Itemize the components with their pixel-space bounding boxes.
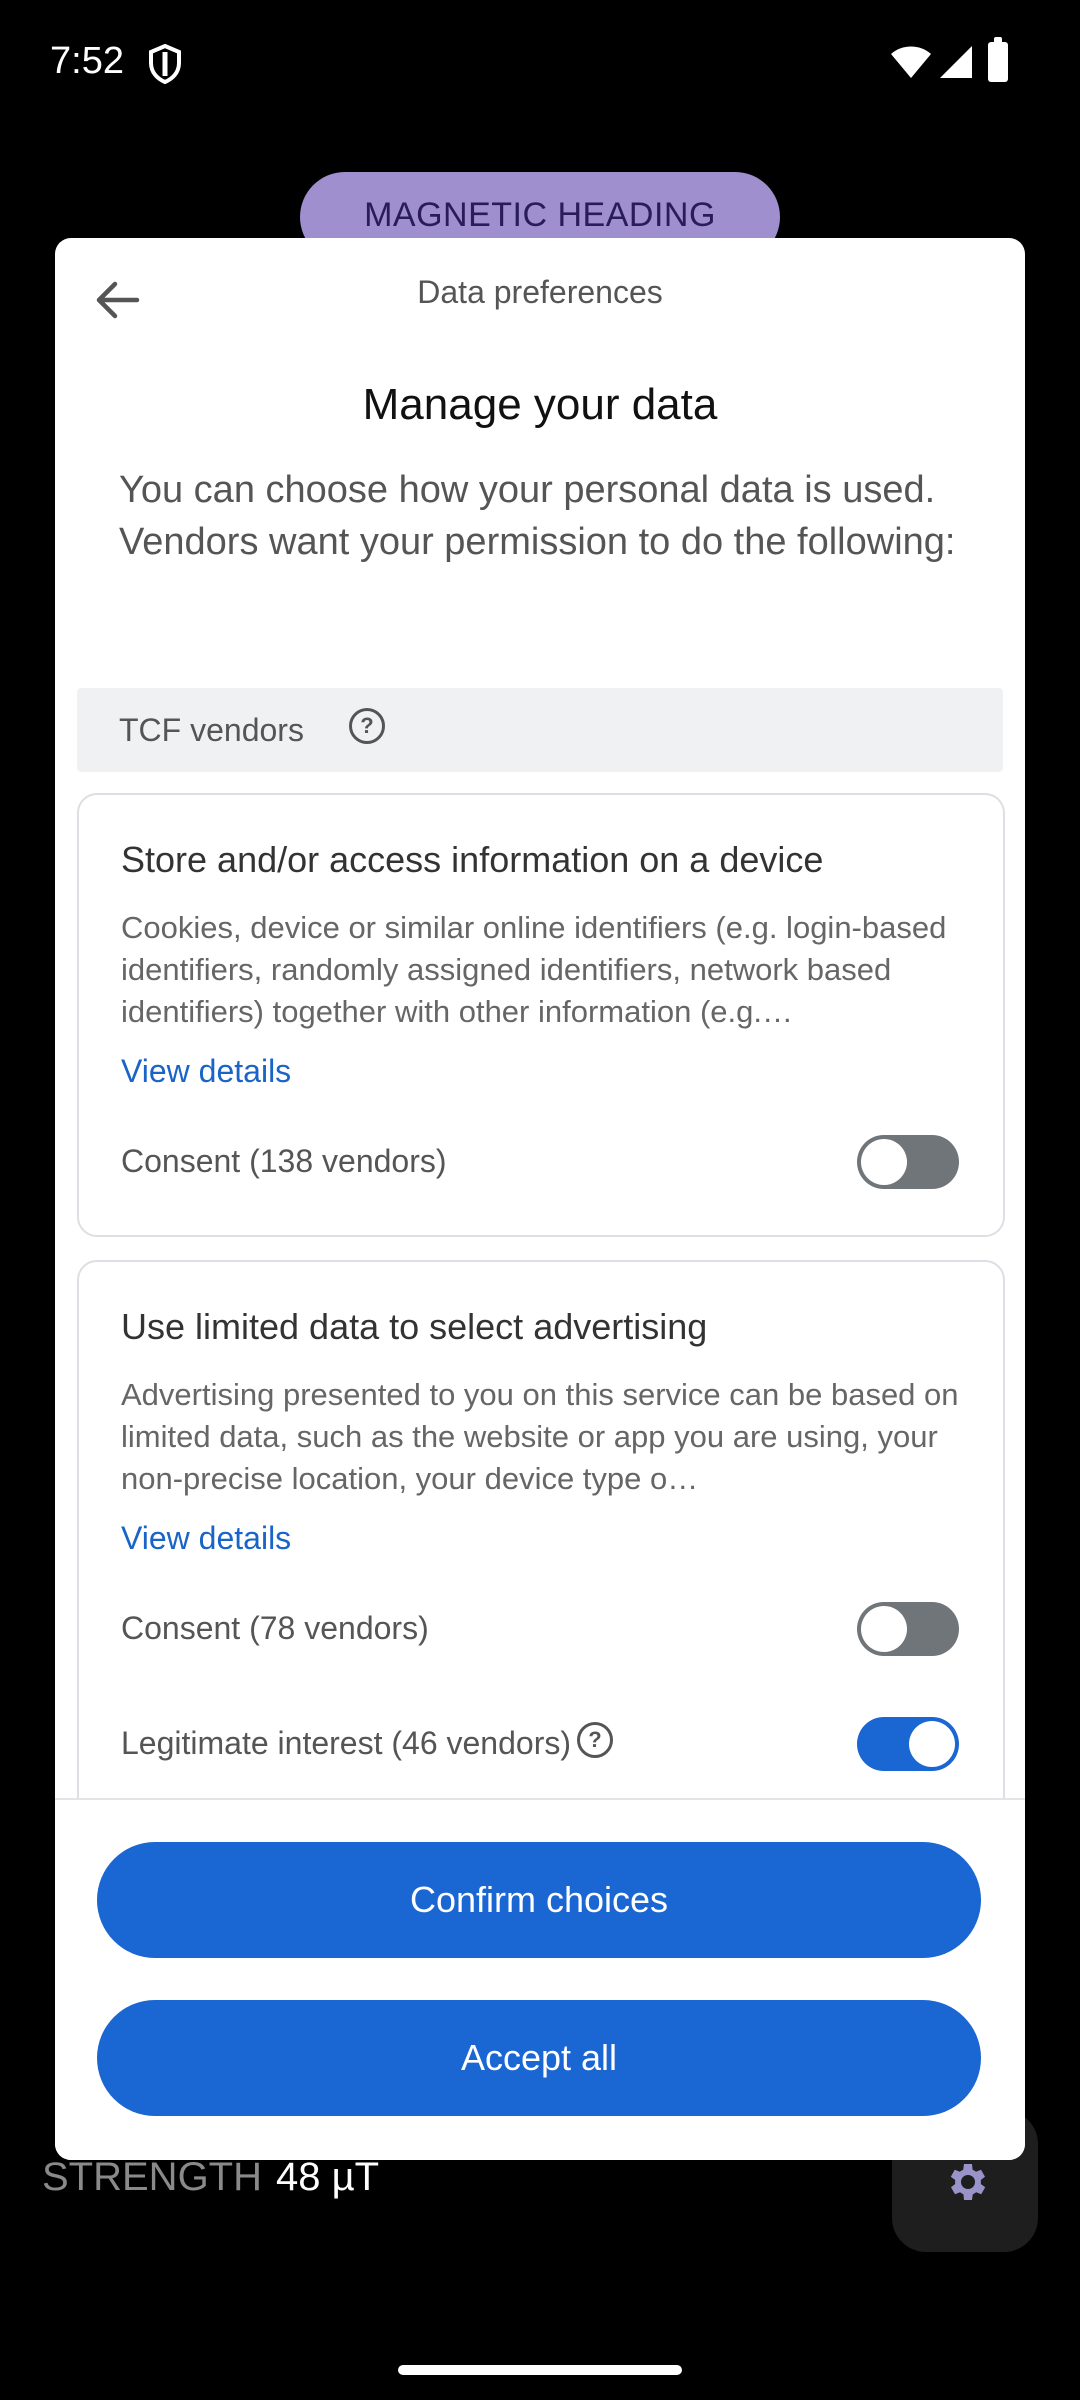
accept-all-button[interactable]: Accept all <box>97 2000 981 2116</box>
toggle-knob <box>861 1139 907 1185</box>
purpose-title: Store and/or access information on a dev… <box>121 839 824 880</box>
strength-label: STRENGTH <box>42 2155 262 2199</box>
consent-toggle[interactable] <box>857 1602 959 1656</box>
home-indicator[interactable] <box>398 2365 682 2375</box>
status-time: 7:52 <box>50 40 124 82</box>
gear-icon <box>950 2164 986 2200</box>
view-details-link[interactable]: View details <box>121 1053 291 1090</box>
strength-value: 48 µT <box>276 2155 380 2199</box>
dialog-footer: Confirm choices Accept all <box>55 1798 1025 2160</box>
view-details-link[interactable]: View details <box>121 1520 291 1557</box>
section-label: TCF vendors <box>119 712 304 748</box>
toggle-knob <box>861 1606 907 1652</box>
purpose-description: Advertising presented to you on this ser… <box>121 1377 959 1496</box>
toggle-knob <box>909 1721 955 1767</box>
status-bar: 7:52 <box>0 0 1080 130</box>
consent-toggle[interactable] <box>857 1135 959 1189</box>
purpose-description: Cookies, device or similar online identi… <box>121 910 947 1029</box>
wifi-icon <box>891 46 931 78</box>
data-preferences-dialog: Data preferences Manage your data You ca… <box>55 238 1025 2160</box>
dialog-scroll-area[interactable]: Data preferences Manage your data You ca… <box>55 238 1025 1798</box>
help-icon[interactable]: ? <box>577 1722 613 1758</box>
legitimate-interest-toggle[interactable] <box>857 1717 959 1771</box>
section-header-tcf-vendors: TCF vendors ? <box>77 688 1003 772</box>
help-icon[interactable]: ? <box>349 708 385 744</box>
purpose-title: Use limited data to select advertising <box>121 1306 708 1347</box>
strength-readout: STRENGTH 48 µT <box>42 2155 379 2200</box>
page-title: Manage your data <box>362 380 718 429</box>
intro-text: You can choose how your personal data is… <box>119 469 956 563</box>
legitimate-interest-label: Legitimate interest (46 vendors) <box>121 1725 571 1761</box>
battery-icon <box>988 37 1008 82</box>
consent-label: Consent (138 vendors) <box>121 1143 447 1179</box>
consent-label: Consent (78 vendors) <box>121 1610 429 1646</box>
confirm-choices-button[interactable]: Confirm choices <box>97 1842 981 1958</box>
shield-icon <box>149 44 181 84</box>
signal-icon <box>940 46 972 78</box>
purpose-card: Use limited data to select advertising A… <box>77 1260 1005 1798</box>
dialog-header-title: Data preferences <box>417 274 663 310</box>
purpose-card: Store and/or access information on a dev… <box>77 793 1005 1237</box>
